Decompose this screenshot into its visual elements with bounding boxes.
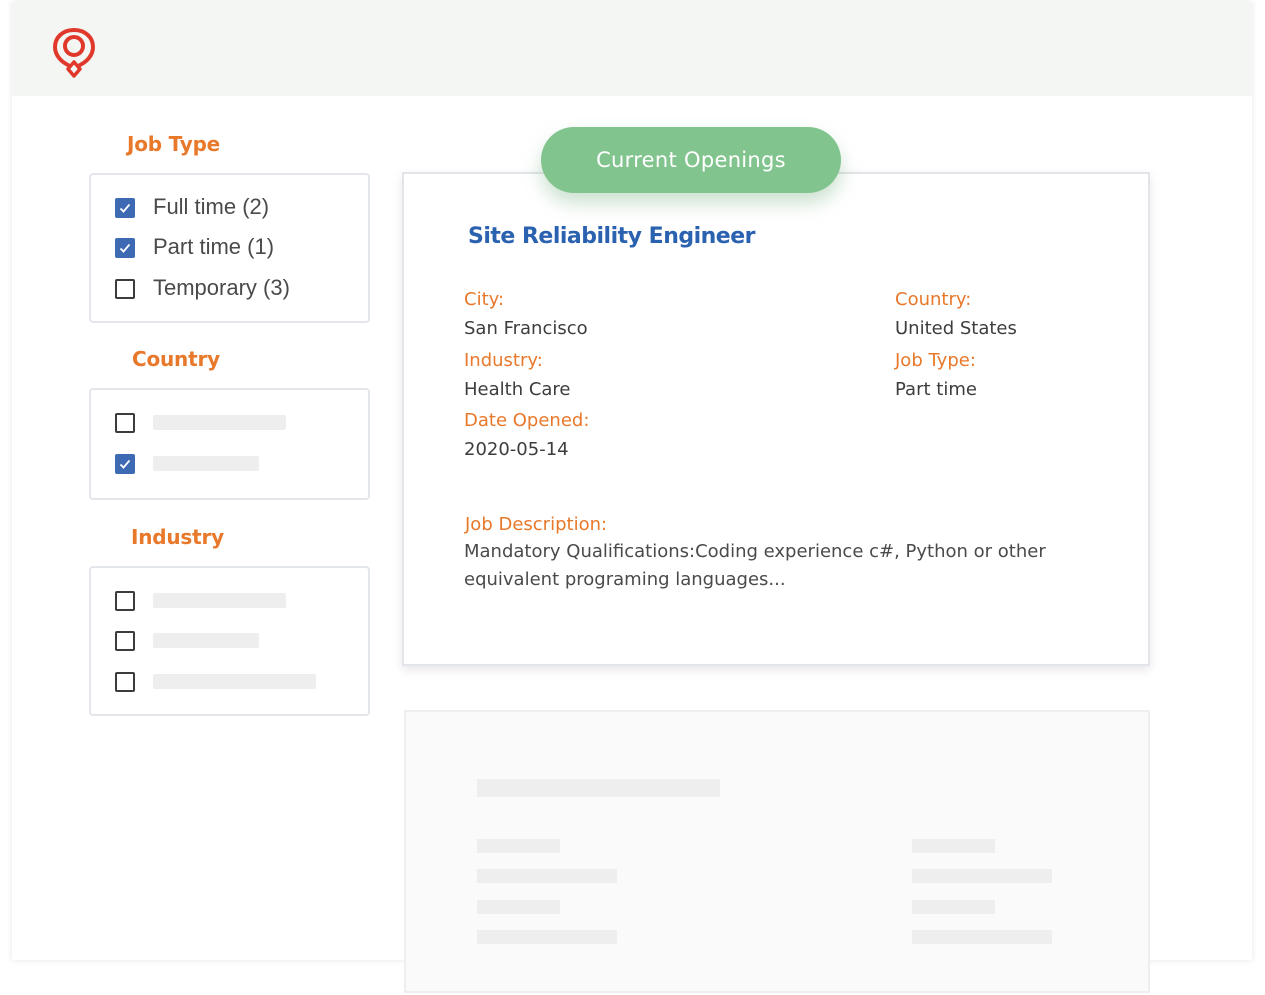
placeholder-text-bar <box>912 869 1052 883</box>
check-icon <box>119 203 131 213</box>
job-card[interactable]: Site Reliability Engineer City: San Fran… <box>402 172 1150 666</box>
checkbox-temporary[interactable] <box>115 279 135 299</box>
country-value: United States <box>895 318 1017 339</box>
job-title-link[interactable]: Site Reliability Engineer <box>468 224 756 249</box>
option-label-full-time[interactable]: Full time (2) <box>153 194 269 220</box>
current-openings-button[interactable]: Current Openings <box>541 127 841 193</box>
checkbox-part-time[interactable] <box>115 238 135 258</box>
placeholder-title-bar <box>477 779 720 797</box>
placeholder-text-bar <box>912 839 995 853</box>
checkbox-country-2[interactable] <box>115 454 135 474</box>
job-description-text: Mandatory Qualifications:Coding experien… <box>464 541 1046 590</box>
map-pin-logo-icon[interactable] <box>52 26 96 78</box>
checkbox-country-1[interactable] <box>115 413 135 433</box>
date-opened-label: Date Opened: <box>464 410 590 431</box>
job-type-value: Part time <box>895 379 977 400</box>
checkbox-industry-2[interactable] <box>115 631 135 651</box>
placeholder-text-bar <box>477 869 617 883</box>
option-label-part-time[interactable]: Part time (1) <box>153 234 274 260</box>
placeholder-job-card <box>404 710 1150 993</box>
city-value: San Francisco <box>464 318 588 339</box>
job-type-label: Job Type: <box>895 350 976 371</box>
checkbox-industry-3[interactable] <box>115 672 135 692</box>
country-filter <box>89 388 370 500</box>
filter-title-industry: Industry <box>131 525 224 549</box>
job-type-filter: Full time (2) Part time (1) Temporary (3… <box>89 173 370 323</box>
placeholder-text-bar <box>153 593 286 608</box>
check-icon <box>119 243 131 253</box>
industry-value: Health Care <box>464 379 571 400</box>
placeholder-text-bar <box>153 674 316 689</box>
filter-title-job-type: Job Type <box>127 132 221 156</box>
placeholder-text-bar <box>153 633 259 648</box>
job-description-label: Job Description: <box>465 514 608 535</box>
placeholder-text-bar <box>912 930 1052 944</box>
country-label: Country: <box>895 289 972 310</box>
placeholder-text-bar <box>477 930 617 944</box>
placeholder-text-bar <box>153 415 286 430</box>
option-label-temporary[interactable]: Temporary (3) <box>153 275 290 301</box>
placeholder-text-bar <box>477 900 560 914</box>
placeholder-text-bar <box>153 456 259 471</box>
date-opened-value: 2020-05-14 <box>464 439 569 460</box>
checkbox-industry-1[interactable] <box>115 591 135 611</box>
industry-label: Industry: <box>464 350 543 371</box>
top-bar <box>12 2 1252 96</box>
checkbox-full-time[interactable] <box>115 198 135 218</box>
check-icon <box>119 459 131 469</box>
filter-title-country: Country <box>132 347 220 371</box>
city-label: City: <box>464 289 505 310</box>
industry-filter <box>89 566 370 716</box>
placeholder-text-bar <box>477 839 560 853</box>
placeholder-text-bar <box>912 900 995 914</box>
